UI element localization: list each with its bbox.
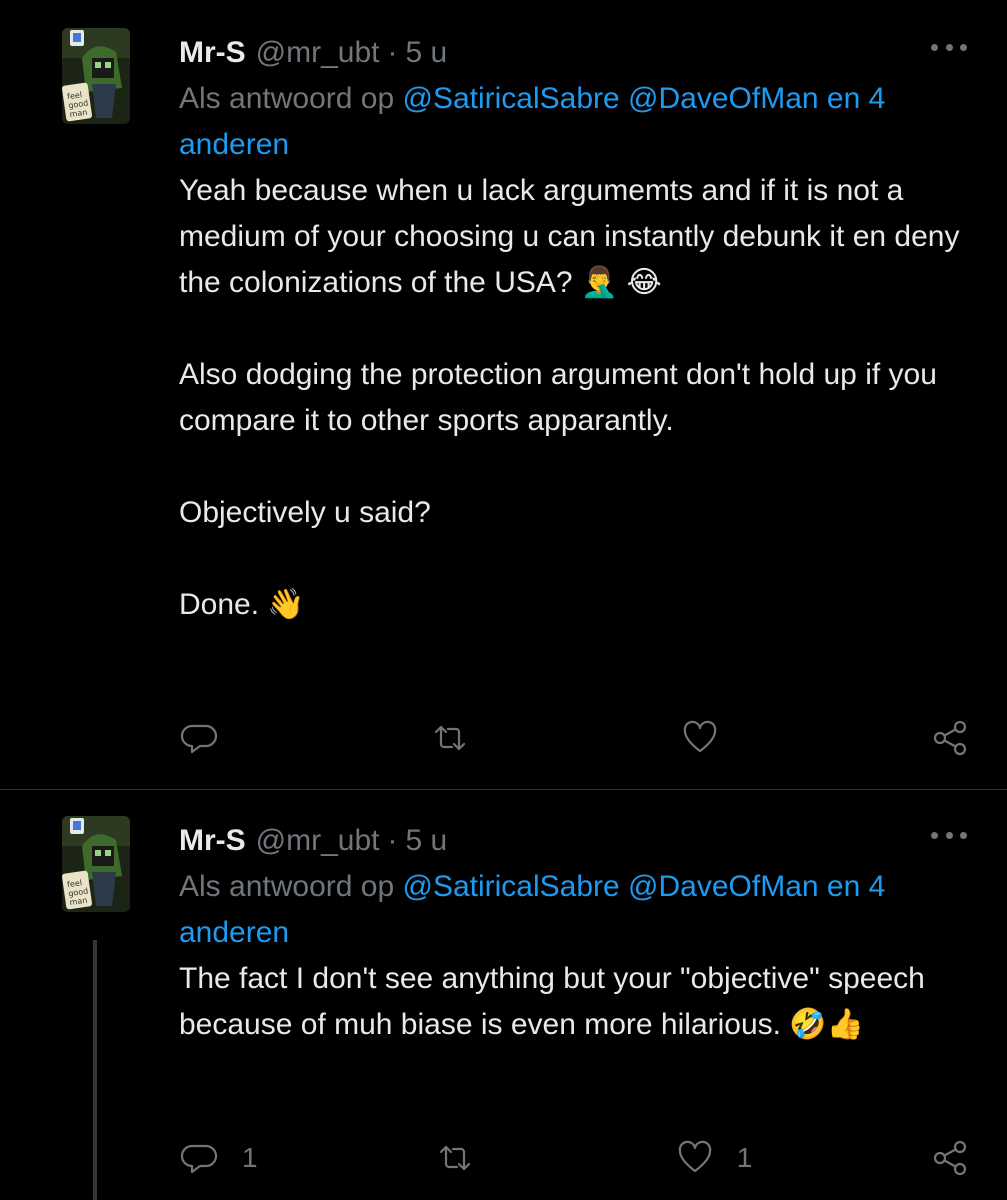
reply-prefix: Als antwoord op [179, 82, 395, 115]
separator: · [387, 36, 398, 69]
like-icon [678, 1140, 712, 1173]
thread-line [93, 940, 97, 1200]
tweet-header: Mr-S @mr_ubt · 5 u [179, 30, 967, 76]
separator: · [387, 824, 398, 857]
tweet-paragraph: Yeah because when u lack argumemts and i… [179, 174, 960, 299]
retweet-icon [434, 725, 466, 751]
reply-count: 1 [242, 1142, 258, 1173]
timestamp[interactable]: 5 u [406, 824, 448, 858]
reply-and[interactable]: en [827, 870, 860, 903]
share-icon [933, 1140, 967, 1176]
share-button[interactable] [930, 718, 970, 758]
reply-button[interactable]: 1 [180, 1138, 258, 1178]
more-options-icon[interactable] [931, 832, 967, 844]
reply-context: Als antwoord op @SatiricalSabre @DaveOfM… [179, 76, 967, 168]
avatar-image: feel good man [62, 28, 130, 124]
tweet-header: Mr-S @mr_ubt · 5 u [179, 818, 967, 864]
timestamp[interactable]: 5 u [406, 36, 448, 70]
tweet[interactable]: feel good man Mr-S @mr_ubt · 5 u Als ant… [0, 0, 1007, 790]
share-button[interactable] [930, 1138, 970, 1178]
avatar[interactable]: feel good man [62, 28, 130, 124]
display-name[interactable]: Mr-S [179, 36, 246, 70]
tweet-paragraph: Also dodging the protection argument don… [179, 358, 937, 437]
share-icon [933, 720, 967, 756]
reply-icon [180, 724, 218, 754]
display-name[interactable]: Mr-S [179, 824, 246, 858]
mention-link[interactable]: @SatiricalSabre [402, 870, 619, 903]
user-handle[interactable]: @mr_ubt [256, 824, 380, 858]
tweet-actions [180, 718, 970, 758]
reply-context: Als antwoord op @SatiricalSabre @DaveOfM… [179, 864, 967, 956]
user-handle[interactable]: @mr_ubt [256, 36, 380, 70]
tweet-paragraph: Done. 👋 [179, 588, 305, 621]
tweet-text: Yeah because when u lack argumemts and i… [179, 168, 967, 628]
reply-prefix: Als antwoord op [179, 870, 395, 903]
tweet-actions: 1 1 [180, 1138, 970, 1178]
retweet-button[interactable] [430, 718, 492, 758]
reply-icon [180, 1144, 218, 1174]
like-count: 1 [736, 1142, 753, 1173]
retweet-button[interactable] [435, 1138, 497, 1178]
tweet[interactable]: feel good man Mr-S @mr_ubt · 5 u Als ant… [0, 790, 1007, 1200]
mention-link[interactable]: @DaveOfMan [628, 870, 819, 903]
tweet-paragraph: Objectively u said? [179, 496, 431, 529]
like-icon [683, 720, 717, 753]
like-button[interactable]: 1 [675, 1138, 753, 1178]
avatar-image: feel good man [62, 816, 130, 912]
avatar[interactable]: feel good man [62, 816, 130, 912]
mention-link[interactable]: @SatiricalSabre [402, 82, 619, 115]
tweet-text: The fact I don't see anything but your "… [179, 956, 967, 1048]
reply-and[interactable]: en [827, 82, 860, 115]
tweet-paragraph: The fact I don't see anything but your "… [179, 962, 925, 1041]
reply-button[interactable] [180, 718, 242, 758]
retweet-icon [440, 1145, 471, 1171]
mention-link[interactable]: @DaveOfMan [628, 82, 819, 115]
like-button[interactable] [680, 718, 742, 758]
more-options-icon[interactable] [931, 44, 967, 56]
